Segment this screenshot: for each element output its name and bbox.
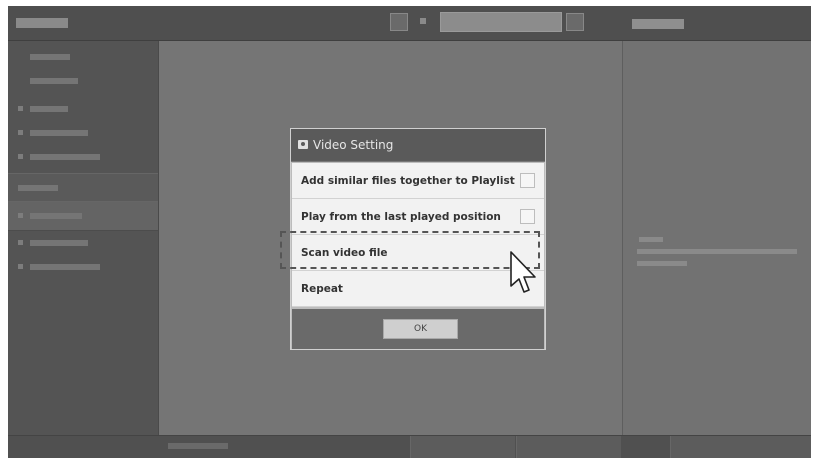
sidebar-item[interactable] xyxy=(8,121,158,145)
search-button[interactable] xyxy=(566,13,584,31)
sidebar-item[interactable] xyxy=(8,97,158,121)
sidebar-item[interactable] xyxy=(8,255,158,279)
toolbar-button[interactable] xyxy=(390,13,408,31)
video-setting-dialog: Video Setting Add similar files together… xyxy=(290,128,546,350)
bottom-button[interactable] xyxy=(410,436,515,458)
option-add-similar-files[interactable]: Add similar files together to Playlist xyxy=(292,163,544,199)
toolbar-dot xyxy=(420,18,426,24)
app-logo xyxy=(16,12,76,34)
ok-button[interactable]: OK xyxy=(383,319,458,339)
playlist-text xyxy=(637,261,687,266)
add-similar-files-checkbox[interactable] xyxy=(520,173,535,188)
sidebar-item[interactable] xyxy=(8,145,158,169)
sidebar xyxy=(8,41,159,435)
mouse-cursor-icon xyxy=(510,251,536,293)
sidebar-item[interactable] xyxy=(8,45,158,69)
playlist-panel xyxy=(622,41,811,435)
bottom-button[interactable] xyxy=(516,436,621,458)
option-label: Play from the last played position xyxy=(301,211,501,223)
dialog-footer: OK xyxy=(292,309,544,349)
app-screen: Video Setting Add similar files together… xyxy=(8,6,811,458)
option-label: Add similar files together to Playlist xyxy=(301,175,515,187)
playlist-text xyxy=(637,249,797,254)
option-label: Repeat xyxy=(301,283,343,295)
dialog-title: Video Setting xyxy=(313,138,394,152)
option-repeat[interactable]: Repeat xyxy=(292,271,544,307)
camera-icon xyxy=(298,140,308,149)
play-from-last-position-checkbox[interactable] xyxy=(520,209,535,224)
toolbar-icon[interactable] xyxy=(592,13,610,31)
option-scan-video-file[interactable]: Scan video file xyxy=(292,235,544,271)
option-label: Scan video file xyxy=(301,247,388,259)
status-text xyxy=(168,443,228,449)
sidebar-section xyxy=(8,173,158,203)
top-bar xyxy=(8,6,811,41)
bottom-button[interactable] xyxy=(670,436,811,458)
sidebar-item-selected[interactable] xyxy=(8,201,158,231)
search-input[interactable] xyxy=(440,12,562,32)
sidebar-item[interactable] xyxy=(8,69,158,93)
dialog-header: Video Setting xyxy=(291,129,545,162)
playlist-text xyxy=(639,237,663,242)
bottom-bar xyxy=(8,435,811,458)
option-play-from-last-position[interactable]: Play from the last played position xyxy=(292,199,544,235)
sidebar-item[interactable] xyxy=(8,231,158,255)
